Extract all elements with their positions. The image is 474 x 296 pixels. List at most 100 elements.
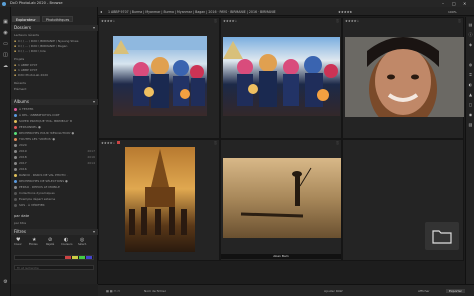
local-adjust-icon[interactable]: ◉: [468, 112, 473, 118]
album-row[interactable]: 2016: [14, 167, 96, 171]
filter-icons: ♥ Coeur ★ Étoiles ⊘ Rejeté ◐ Couleurs ◎ …: [14, 237, 96, 249]
open-folder-button[interactable]: [425, 222, 459, 250]
folder-row[interactable]: ▪ C:\ \ ... \ DXO \ Inle: [14, 49, 96, 53]
sort-label[interactable]: par date: [14, 214, 96, 218]
photo-caption: Aban Bam: [221, 254, 341, 259]
window-title: DxO PhotoLab 2020 - Browse: [10, 1, 63, 5]
recent-row[interactable]: Récents: [14, 81, 96, 85]
album-row[interactable]: À TESTER: [14, 107, 96, 111]
photo-thumbnail[interactable]: [125, 147, 195, 252]
browser-toolbar: ◂ 1 ABBP 9707 | Burma | Myanmar | Burma …: [98, 7, 474, 16]
folder-row[interactable]: Projets: [14, 57, 96, 61]
filter-label: Étoiles: [29, 243, 38, 246]
left-panel: Explorateur Photothèques Dossiers ▾ Lecte…: [11, 7, 98, 296]
sort-filename[interactable]: Nom de fichier: [144, 289, 166, 293]
albums-section-header[interactable]: Albums ▾: [11, 99, 98, 105]
folder-row[interactable]: Lecteurs récents: [14, 33, 96, 37]
export-button[interactable]: Exporter: [446, 288, 465, 293]
album-row[interactable]: SOS · À VÉRIFIER: [14, 203, 96, 207]
left-rail: ▣ ◉ ▭ ◫ ☁ ⚙: [0, 7, 11, 296]
camera-icon[interactable]: ◉: [2, 30, 9, 37]
adjust-icon[interactable]: ◍: [468, 62, 473, 68]
album-row[interactable]: RECHERCHES DE SÉLECTIONS ●: [14, 179, 96, 183]
title-bar: DxO PhotoLab 2020 - Browse – □ ✕: [0, 0, 474, 7]
rating-filter[interactable]: ★★★★★: [338, 10, 352, 14]
album-row[interactable]: TOUTES LES 'VIDÉOS' ●: [14, 137, 96, 141]
color-icon[interactable]: ◐: [468, 82, 473, 88]
album-row[interactable]: 2017 2014: [14, 161, 96, 165]
photo-thumbnail[interactable]: [223, 158, 341, 238]
color-label-strip[interactable]: [14, 255, 94, 260]
folders-section-header[interactable]: Dossiers ▾: [11, 25, 98, 31]
album-row[interactable]: PERSONNEL ●: [14, 125, 96, 129]
album-row[interactable]: Collections dynamiques: [14, 191, 96, 195]
folder-row[interactable]: ▪ C:\ \ ... \ DXO \ BIRMANIE \ Nyaung Shw…: [14, 39, 96, 43]
album-row[interactable]: RECHERCHES POUR 'RÉSOLUTION' ●: [14, 131, 96, 135]
album-row[interactable]: À REL. 'ABBBPHOTOS.COM': [14, 113, 96, 117]
album-row[interactable]: 2019 2017: [14, 149, 96, 153]
folder-row[interactable]: ▪ C:\ \ ... \ DXO \ BIRMANIE \ Bagan: [14, 44, 96, 48]
chevron-down-icon: ▾: [92, 25, 95, 30]
info-icon[interactable]: ⓘ: [336, 18, 339, 24]
histogram-icon[interactable]: ▤: [468, 22, 473, 28]
photo-thumbnail[interactable]: [223, 37, 340, 116]
thumbnail-cell[interactable]: ★★★★☆ ⓘ: [342, 17, 464, 139]
search-input[interactable]: Tri et recherche: [14, 265, 94, 270]
back-icon[interactable]: ◂: [100, 9, 102, 14]
album-row[interactable]: 2020: [14, 143, 96, 147]
detail-icon[interactable]: ▲: [468, 92, 473, 98]
zoom-level: 100%: [448, 9, 457, 14]
folder-row[interactable]: ▪ DXO PhotoLab 2020: [14, 73, 96, 77]
right-rail: ▤ ⓘ ◈ ◍ ⌗ ◐ ▲ ◻ ◉ ▧: [465, 17, 474, 284]
filters-section-header[interactable]: Filtres ▾: [11, 229, 98, 235]
layers-icon[interactable]: ◫: [2, 52, 9, 59]
info-icon[interactable]: ⓘ: [468, 32, 473, 38]
thumbnail-cell[interactable]: ★★★★☆ ⓘ: [220, 17, 342, 139]
sort-sub[interactable]: par titre: [14, 221, 96, 225]
info-icon[interactable]: ⓘ: [214, 18, 217, 24]
filter-label: Coeur: [14, 243, 22, 246]
display-button[interactable]: Afficher: [418, 289, 430, 293]
close-button[interactable]: ✕: [463, 1, 466, 6]
panel-tabs: Explorateur Photothèques: [12, 16, 74, 22]
tab-explorer[interactable]: Explorateur: [12, 16, 40, 22]
element-row[interactable]: Élément: [14, 87, 96, 91]
minimize-button[interactable]: –: [442, 1, 444, 6]
photo-thumbnail[interactable]: [345, 37, 464, 117]
status-bar: ▦ ▦ ▭ ▭ Nom de fichier Ajouter RAW Affic…: [98, 284, 474, 296]
thumbnail-cell[interactable]: ⓘ Aban Bam: [220, 139, 342, 261]
settings-icon[interactable]: ⚙: [2, 279, 9, 286]
filter-label: Couleurs: [61, 243, 73, 246]
folder-row[interactable]: ▪ 1 ABBP 9707: [14, 68, 96, 72]
cloud-icon[interactable]: ☁: [2, 63, 9, 70]
thumbnail-cell[interactable]: ★★★★☆ ⓘ: [98, 17, 220, 139]
left-bottom-bar: [11, 284, 98, 296]
tab-photolibrary[interactable]: Photothèques: [41, 16, 74, 22]
chevron-down-icon: ▾: [92, 229, 95, 234]
info-icon[interactable]: ⓘ: [214, 140, 217, 146]
thumbnail-grid: ★★★★☆ ⓘ ★★★★☆ ⓘ ★★★★☆ ⓘ ★★★★☆ ⓘ ⓘ Aban B…: [98, 17, 465, 284]
folder-icon[interactable]: ▭: [2, 41, 9, 48]
album-row[interactable]: SUPER PRATIQUE 'POL. BRIMEAU' ★: [14, 119, 96, 123]
watermark-icon[interactable]: ▧: [468, 122, 473, 128]
album-row[interactable]: 2018 2016: [14, 155, 96, 159]
add-raw[interactable]: Ajouter RAW: [324, 289, 343, 293]
album-row[interactable]: RANDO · PARCS DE VAL PHOTO ·: [14, 173, 96, 177]
thumbnail-cell[interactable]: ★★★★☆ ⓘ: [98, 139, 220, 261]
photo-thumbnail[interactable]: [113, 36, 207, 116]
view-grid-icon[interactable]: ▦ ▦ ▭ ▭: [106, 289, 120, 293]
maximize-button[interactable]: □: [452, 1, 456, 6]
folder-row[interactable]: ▪ 1 ABBP 9707: [14, 63, 96, 67]
crop-icon[interactable]: ⌗: [468, 72, 473, 78]
breadcrumb[interactable]: 1 ABBP 9707 | Burma | Myanmar | Burma | …: [108, 10, 276, 14]
map-icon[interactable]: ◈: [468, 42, 473, 48]
chevron-down-icon: ▾: [92, 99, 95, 104]
filter-label: Rejeté: [46, 243, 55, 246]
photolibrary-icon[interactable]: ▣: [2, 19, 9, 26]
geometry-icon[interactable]: ◻: [468, 102, 473, 108]
info-icon[interactable]: ⓘ: [336, 140, 339, 146]
album-row[interactable]: Exemple départ externe: [14, 197, 96, 201]
filter-label: Sélect.: [78, 243, 87, 246]
info-icon[interactable]: ⓘ: [458, 18, 461, 24]
album-row[interactable]: PERSO · DEPUIS LE MOBILE: [14, 185, 96, 189]
